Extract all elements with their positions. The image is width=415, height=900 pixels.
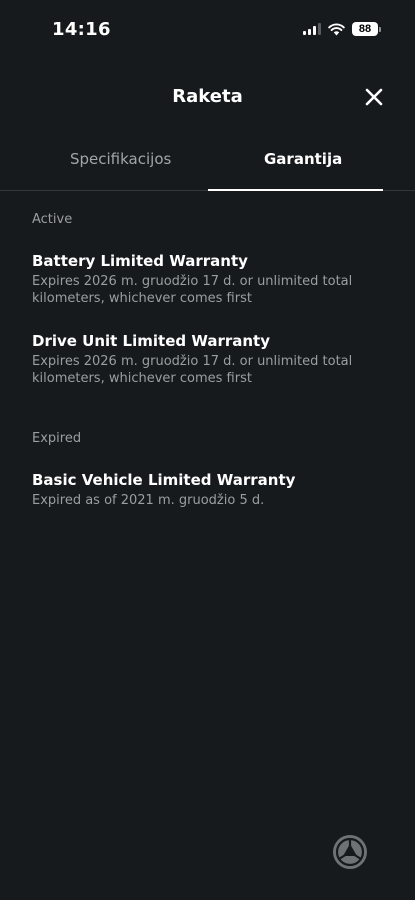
warranty-title: Battery Limited Warranty bbox=[32, 252, 248, 270]
warranty-title: Drive Unit Limited Warranty bbox=[32, 332, 271, 350]
page-title: Raketa bbox=[172, 86, 243, 107]
tab-specifications[interactable]: Specifikacijos bbox=[70, 150, 171, 168]
warranty-description: Expires 2026 m. gruodžio 17 d. or unlimi… bbox=[32, 274, 353, 306]
close-button[interactable] bbox=[361, 84, 387, 110]
wifi-icon bbox=[328, 23, 345, 35]
list-item: Basic Vehicle Limited Warranty Expired a… bbox=[32, 470, 385, 509]
status-bar: 14:16 88 bbox=[0, 0, 415, 60]
battery-icon: 88 bbox=[352, 22, 381, 36]
active-tab-indicator bbox=[208, 189, 383, 191]
list-item: Drive Unit Limited Warranty Expires 2026… bbox=[32, 331, 385, 387]
status-time: 14:16 bbox=[52, 19, 111, 40]
tab-warranty[interactable]: Garantija bbox=[264, 150, 342, 168]
warranty-content: Active Battery Limited Warranty Expires … bbox=[32, 205, 385, 509]
app-logo-icon bbox=[335, 837, 365, 867]
battery-level: 88 bbox=[352, 22, 378, 36]
header: Raketa bbox=[0, 80, 415, 116]
tab-bar: Specifikacijos Garantija bbox=[0, 140, 415, 191]
warranty-description: Expires 2026 m. gruodžio 17 d. or unlimi… bbox=[32, 354, 353, 386]
app-logo-button[interactable] bbox=[333, 835, 367, 869]
section-label-expired: Expired bbox=[32, 431, 82, 446]
list-item: Battery Limited Warranty Expires 2026 m.… bbox=[32, 251, 385, 307]
close-icon bbox=[365, 88, 383, 106]
warranty-description: Expired as of 2021 m. gruodžio 5 d. bbox=[32, 493, 265, 508]
warranty-title: Basic Vehicle Limited Warranty bbox=[32, 471, 296, 489]
section-label-active: Active bbox=[32, 212, 73, 227]
status-icons: 88 bbox=[303, 22, 381, 36]
cellular-signal-icon bbox=[303, 23, 321, 35]
